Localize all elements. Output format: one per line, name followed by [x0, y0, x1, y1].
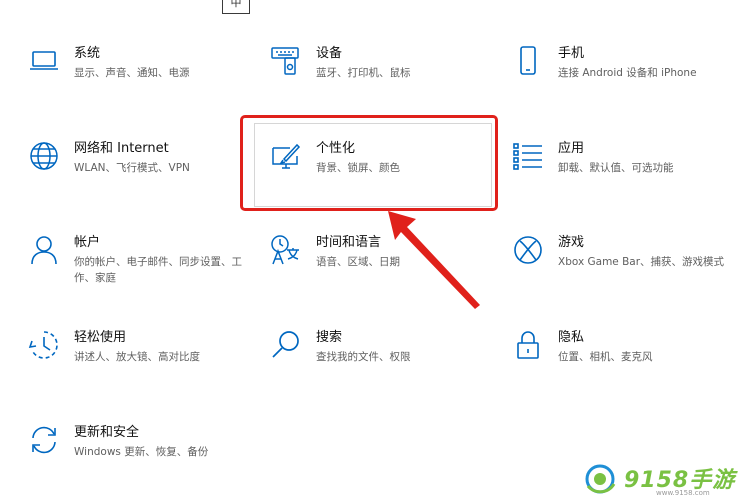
- tile-title: 游戏: [558, 235, 585, 250]
- arrow-annotation: [388, 211, 480, 309]
- tile-search[interactable]: 搜索 查找我的文件、权限: [270, 329, 500, 399]
- tile-gaming[interactable]: 游戏 Xbox Game Bar、捕获、游戏模式: [512, 234, 742, 304]
- top-fragment-glyph: 中: [222, 0, 250, 14]
- person-icon: [28, 234, 60, 266]
- tile-apps[interactable]: 应用 卸载、默认值、可选功能: [512, 140, 742, 210]
- tile-title: 更新和安全: [74, 425, 140, 440]
- tile-desc: 查找我的文件、权限: [316, 351, 411, 363]
- devices-icon: [270, 45, 302, 77]
- tile-title: 轻松使用: [74, 330, 127, 345]
- tile-desc: 连接 Android 设备和 iPhone: [558, 67, 697, 79]
- tile-desc: 显示、声音、通知、电源: [74, 67, 190, 79]
- tile-ease-of-access[interactable]: 轻松使用 讲述人、放大镜、高对比度: [28, 329, 258, 399]
- globe-icon: [28, 140, 60, 172]
- tile-system[interactable]: 系统 显示、声音、通知、电源: [28, 45, 258, 115]
- tile-title: 隐私: [558, 330, 585, 345]
- tile-network[interactable]: 网络和 Internet WLAN、飞行模式、VPN: [28, 140, 258, 210]
- highlight-box: [240, 115, 498, 211]
- tile-desc: Xbox Game Bar、捕获、游戏模式: [558, 256, 725, 268]
- sync-icon: [28, 424, 60, 456]
- tile-title: 手机: [558, 46, 585, 61]
- tile-title: 搜索: [316, 330, 343, 345]
- watermark-logo-icon: [585, 464, 616, 494]
- phone-icon: [512, 45, 544, 77]
- tile-title: 应用: [558, 141, 585, 156]
- search-icon: [270, 329, 302, 361]
- tile-desc: 讲述人、放大镜、高对比度: [74, 351, 200, 363]
- tile-desc: WLAN、飞行模式、VPN: [74, 162, 190, 174]
- ease-of-access-icon: [28, 329, 60, 361]
- tile-accounts[interactable]: 帐户 你的帐户、电子邮件、同步设置、工作、家庭: [28, 234, 258, 304]
- time-language-icon: [270, 234, 302, 266]
- tile-desc: 你的帐户、电子邮件、同步设置、工作、家庭: [74, 256, 242, 284]
- tile-desc: 蓝牙、打印机、鼠标: [316, 67, 411, 79]
- laptop-icon: [28, 45, 60, 77]
- lock-icon: [512, 329, 544, 361]
- tile-title: 设备: [316, 46, 343, 61]
- tile-phone[interactable]: 手机 连接 Android 设备和 iPhone: [512, 45, 742, 115]
- watermark-url: www.9158.com: [656, 489, 710, 497]
- tile-devices[interactable]: 设备 蓝牙、打印机、鼠标: [270, 45, 500, 115]
- tile-desc: Windows 更新、恢复、备份: [74, 446, 209, 458]
- watermark: 9158手游 www.9158.com: [584, 462, 744, 497]
- tile-privacy[interactable]: 隐私 位置、相机、麦克风: [512, 329, 742, 399]
- tile-title: 网络和 Internet: [74, 141, 169, 156]
- xbox-icon: [512, 234, 544, 266]
- apps-list-icon: [512, 140, 544, 172]
- tile-desc: 位置、相机、麦克风: [558, 351, 653, 363]
- tile-desc: 卸载、默认值、可选功能: [558, 162, 674, 174]
- tile-update-security[interactable]: 更新和安全 Windows 更新、恢复、备份: [28, 424, 258, 494]
- tile-title: 系统: [74, 46, 101, 61]
- tile-title: 帐户: [74, 235, 101, 250]
- tile-title: 时间和语言: [316, 235, 382, 250]
